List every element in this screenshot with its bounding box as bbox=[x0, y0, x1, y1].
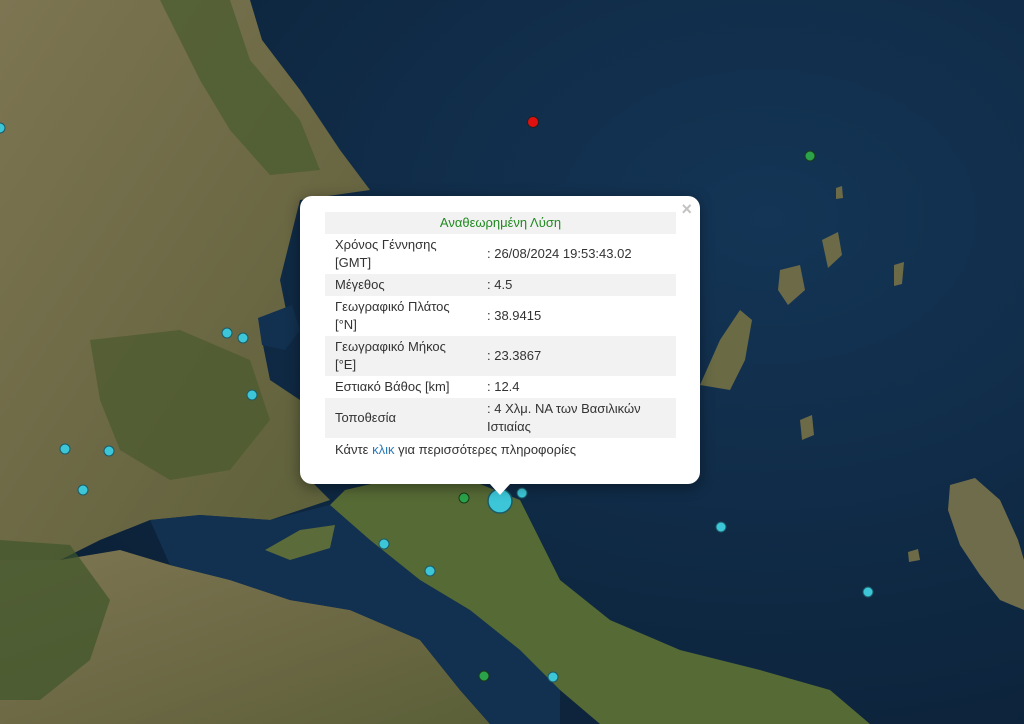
earthquake-marker-green[interactable] bbox=[478, 670, 490, 682]
table-row: Εστιακό Βάθος [km] : 12.4 bbox=[325, 376, 676, 398]
islet bbox=[836, 186, 843, 199]
close-icon[interactable]: × bbox=[681, 199, 692, 219]
latitude-label: Γεωγραφικό Πλάτος [°N] bbox=[335, 299, 450, 332]
depth-label: Εστιακό Βάθος [km] bbox=[335, 379, 450, 394]
latitude-value: : 38.9415 bbox=[487, 308, 542, 323]
earthquake-marker-cyan[interactable] bbox=[246, 389, 258, 401]
earthquake-marker-green[interactable] bbox=[804, 150, 816, 162]
more-info-prefix: Κάντε bbox=[335, 442, 373, 457]
earthquake-marker-cyan[interactable] bbox=[221, 327, 233, 339]
earthquake-marker-cyan[interactable] bbox=[424, 565, 436, 577]
earthquake-marker-cyan[interactable] bbox=[103, 445, 115, 457]
earthquake-info-table: Χρόνος Γέννησης [GMT] : 26/08/2024 19:53… bbox=[325, 234, 676, 438]
earthquake-marker-cyan[interactable] bbox=[77, 484, 89, 496]
more-info-link[interactable]: κλικ bbox=[372, 442, 394, 457]
table-row: Γεωγραφικό Πλάτος [°N] : 38.9415 bbox=[325, 296, 676, 336]
earthquake-marker-cyan[interactable] bbox=[59, 443, 71, 455]
longitude-label: Γεωγραφικό Μήκος [°E] bbox=[335, 339, 446, 372]
popup-title: Αναθεωρημένη Λύση bbox=[325, 212, 676, 234]
origin-time-value: : 26/08/2024 19:53:43.02 bbox=[487, 246, 632, 261]
earthquake-marker-cyan[interactable] bbox=[715, 521, 727, 533]
earthquake-marker-red[interactable] bbox=[527, 116, 539, 128]
table-row: Τοποθεσία : 4 Χλμ. ΝΑ των Βασιλικών Ιστι… bbox=[325, 398, 676, 438]
location-value: : 4 Χλμ. ΝΑ των Βασιλικών Ιστιαίας bbox=[487, 401, 641, 434]
more-info-text: Κάντε κλικ για περισσότερες πληροφορίες bbox=[325, 438, 676, 461]
magnitude-value: : 4.5 bbox=[487, 277, 513, 292]
table-row: Μέγεθος : 4.5 bbox=[325, 274, 676, 296]
location-label: Τοποθεσία bbox=[335, 410, 397, 425]
depth-value: : 12.4 bbox=[487, 379, 520, 394]
earthquake-marker-cyan[interactable] bbox=[237, 332, 249, 344]
earthquake-info-popup: × Αναθεωρημένη Λύση Χρόνος Γέννησης [GMT… bbox=[300, 196, 700, 484]
magnitude-label: Μέγεθος bbox=[335, 277, 385, 292]
more-info-suffix: για περισσότερες πληροφορίες bbox=[394, 442, 577, 457]
earthquake-marker-cyan[interactable] bbox=[378, 538, 390, 550]
table-row: Χρόνος Γέννησης [GMT] : 26/08/2024 19:53… bbox=[325, 234, 676, 274]
earthquake-marker-cyan[interactable] bbox=[547, 671, 559, 683]
earthquake-marker-green[interactable] bbox=[458, 492, 470, 504]
table-row: Γεωγραφικό Μήκος [°E] : 23.3867 bbox=[325, 336, 676, 376]
popup-content: Αναθεωρημένη Λύση Χρόνος Γέννησης [GMT] … bbox=[325, 212, 676, 461]
earthquake-marker-cyan[interactable] bbox=[862, 586, 874, 598]
earthquake-marker-cyan[interactable] bbox=[516, 487, 528, 499]
origin-time-label: Χρόνος Γέννησης [GMT] bbox=[335, 237, 437, 270]
longitude-value: : 23.3867 bbox=[487, 348, 542, 363]
popup-pointer bbox=[489, 483, 511, 495]
